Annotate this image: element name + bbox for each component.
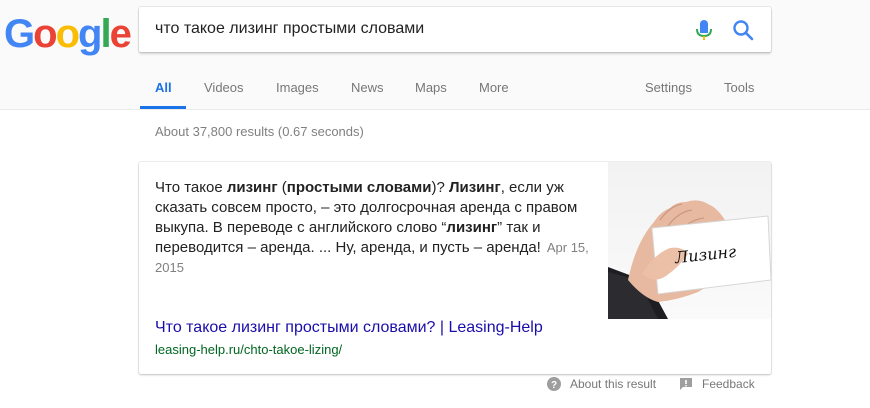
search-box[interactable]: что такое лизинг простыми словами: [139, 7, 771, 52]
snippet-highlight: простыми словами: [286, 179, 432, 196]
snippet-body: Что такое лизинг (простыми словами)? Лиз…: [155, 179, 577, 256]
logo-letter: g: [78, 12, 102, 56]
feedback-icon: [680, 378, 692, 390]
result-stats: About 37,800 results (0.67 seconds): [155, 124, 364, 139]
tab-news[interactable]: News: [351, 80, 384, 95]
logo-letter: o: [33, 12, 57, 56]
tab-images[interactable]: Images: [276, 80, 319, 95]
svg-text:?: ?: [551, 380, 557, 391]
tab-tools[interactable]: Tools: [724, 80, 754, 95]
snippet-fragment: (: [277, 179, 287, 196]
feedback-label: Feedback: [702, 377, 755, 391]
snippet-text: Что такое лизинг (простыми словами)? Лиз…: [155, 178, 595, 278]
about-this-result-label: About this result: [570, 377, 657, 391]
google-logo[interactable]: Google: [4, 12, 132, 56]
active-tab-indicator: [140, 106, 186, 109]
tab-maps[interactable]: Maps: [415, 80, 447, 95]
featured-snippet-card: Что такое лизинг (простыми словами)? Лиз…: [139, 162, 771, 374]
snippet-highlight: Лизинг: [448, 179, 501, 196]
microphone-icon[interactable]: [694, 19, 714, 41]
logo-letter: o: [55, 12, 80, 56]
help-icon: ?: [547, 377, 561, 391]
feedback-link[interactable]: Feedback: [679, 377, 755, 391]
logo-letter: G: [4, 12, 35, 56]
tab-more[interactable]: More: [479, 80, 509, 95]
snippet-fragment: Что такое: [155, 179, 227, 196]
snippet-image[interactable]: Лизинг: [608, 162, 771, 319]
search-icon[interactable]: [731, 18, 755, 42]
result-title-link[interactable]: Что такое лизинг простыми словами? | Lea…: [155, 319, 543, 337]
search-input[interactable]: что такое лизинг простыми словами: [155, 20, 424, 38]
result-url[interactable]: leasing-help.ru/chto-takoe-lizing/: [155, 342, 342, 357]
snippet-highlight: лизинг: [446, 219, 498, 236]
logo-letter: l: [100, 12, 111, 56]
logo-letter: e: [109, 12, 132, 56]
snippet-highlight: лизинг: [226, 179, 278, 196]
tab-settings[interactable]: Settings: [645, 80, 692, 95]
about-this-result-link[interactable]: ? About this result: [547, 377, 656, 391]
search-header: Google что такое лизинг простыми словами…: [0, 0, 870, 110]
tab-videos[interactable]: Videos: [204, 80, 244, 95]
snippet-fragment: )?: [431, 179, 449, 196]
tab-all[interactable]: All: [155, 80, 172, 95]
